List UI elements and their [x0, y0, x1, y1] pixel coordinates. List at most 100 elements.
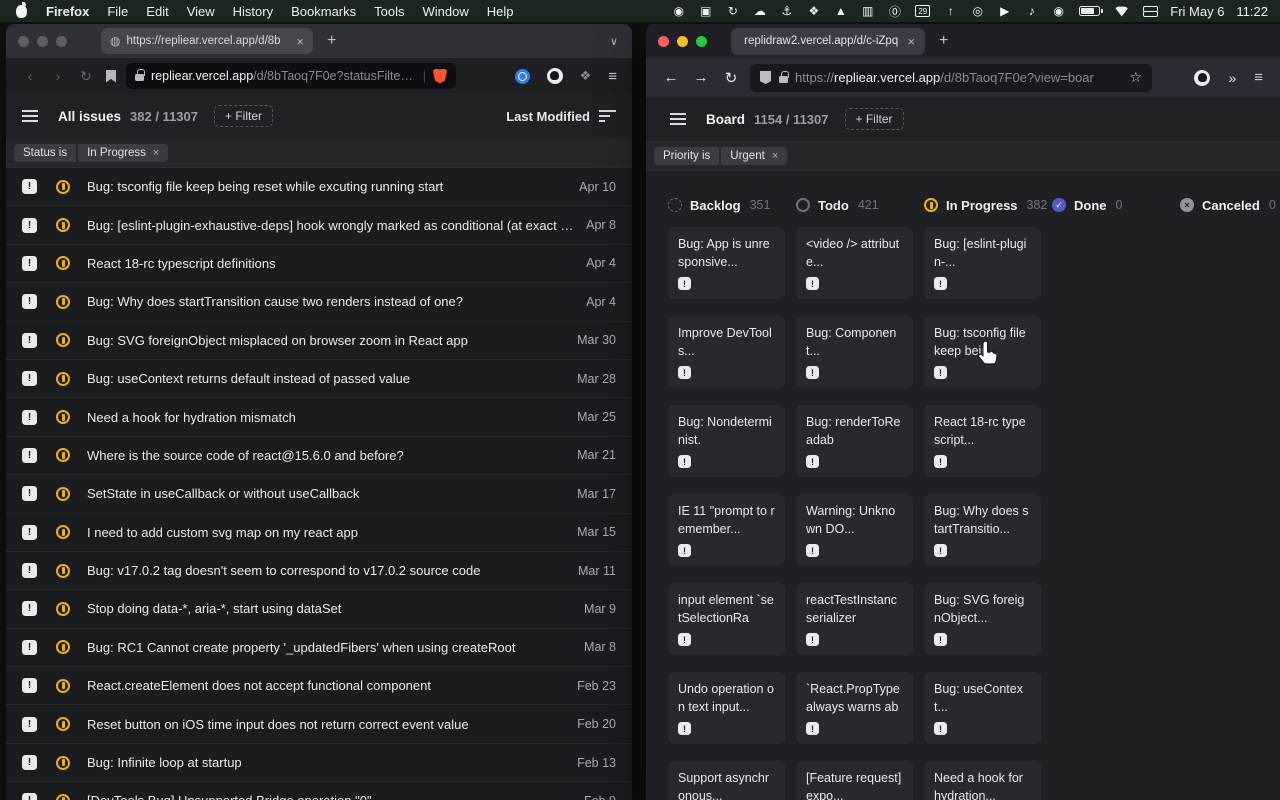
issue-card[interactable]: Bug: Nondeterminist. !: [668, 405, 785, 477]
priority-urgent-icon[interactable]: !: [22, 563, 37, 578]
issue-row[interactable]: ! Bug: SVG foreignObject misplaced on br…: [6, 322, 632, 360]
app-icon[interactable]: ▲: [834, 4, 847, 18]
menubar-item[interactable]: Window: [414, 4, 478, 19]
sort-order-label[interactable]: Last Modified: [506, 109, 590, 124]
filter-value-chip[interactable]: In Progress ×: [78, 144, 168, 162]
issue-row[interactable]: ! Bug: Infinite loop at startup Feb 13: [6, 744, 632, 782]
menubar-item[interactable]: Bookmarks: [282, 4, 365, 19]
status-in-progress-icon[interactable]: [56, 794, 70, 800]
issue-card[interactable]: [Feature request] expo... !: [796, 761, 913, 800]
issue-card[interactable]: <video /> attribute... !: [796, 227, 913, 299]
status-in-progress-icon[interactable]: [56, 756, 70, 770]
status-in-progress-icon[interactable]: [56, 218, 70, 232]
issue-card[interactable]: Undo operation on text input... !: [668, 672, 785, 744]
zoom-window-button[interactable]: [56, 36, 67, 47]
menubar-item[interactable]: View: [178, 4, 224, 19]
issue-row[interactable]: ! Reset button on iOS time input does no…: [6, 705, 632, 743]
volume-icon[interactable]: ♪: [1025, 4, 1038, 18]
issue-card[interactable]: input element `setSelectionRa !: [668, 583, 785, 655]
issue-row[interactable]: ! Need a hook for hydration mismatch Mar…: [6, 398, 632, 436]
issue-row[interactable]: ! Stop doing data-*, aria-*, start using…: [6, 590, 632, 628]
filter-field-chip[interactable]: Priority is: [654, 147, 719, 165]
minimize-window-button[interactable]: [37, 36, 48, 47]
priority-urgent-icon[interactable]: !: [22, 525, 37, 540]
app-menu-icon[interactable]: [22, 110, 38, 122]
issue-card[interactable]: Warning: Unknown DO... !: [796, 494, 913, 566]
status-in-progress-icon[interactable]: [56, 525, 70, 539]
priority-urgent-icon[interactable]: !: [22, 333, 37, 348]
issue-row[interactable]: ! Bug: RC1 Cannot create property '_upda…: [6, 629, 632, 667]
issue-card[interactable]: Bug: Component... !: [796, 316, 913, 388]
priority-urgent-icon[interactable]: !: [22, 717, 37, 732]
bookmark-star-icon[interactable]: ☆: [1129, 69, 1142, 86]
extensions-puzzle-icon[interactable]: ❖: [580, 68, 592, 84]
zoom-window-button[interactable]: [696, 36, 707, 47]
menubar-item[interactable]: Help: [478, 4, 523, 19]
issue-row[interactable]: ! React 18-rc typescript definitions Apr…: [6, 245, 632, 283]
status-in-progress-icon[interactable]: [56, 564, 70, 578]
apple-menu-icon[interactable]: [16, 5, 27, 18]
priority-urgent-icon[interactable]: !: [22, 448, 37, 463]
status-in-progress-icon[interactable]: [56, 410, 70, 424]
onepassword-icon[interactable]: ⓪: [888, 4, 901, 18]
status-in-progress-icon[interactable]: [56, 372, 70, 386]
issue-card[interactable]: Bug: App is unresponsive... !: [668, 227, 785, 299]
browser-tab[interactable]: ◍ https://repliear.vercel.app/d/8b ×: [101, 28, 313, 54]
tracking-shield-icon[interactable]: [760, 71, 771, 84]
status-in-progress-icon[interactable]: [56, 333, 70, 347]
issue-card[interactable]: Bug: SVG foreignObject... !: [924, 583, 1041, 655]
issue-row[interactable]: ! I need to add custom svg map on my rea…: [6, 514, 632, 552]
priority-urgent-icon[interactable]: !: [22, 371, 37, 386]
filter-field-chip[interactable]: Status is: [14, 144, 76, 162]
status-in-progress-icon[interactable]: [56, 640, 70, 654]
priority-urgent-icon[interactable]: !: [22, 678, 37, 693]
issue-card[interactable]: IE 11 "prompt to remember... !: [668, 494, 785, 566]
priority-urgent-icon[interactable]: !: [22, 294, 37, 309]
browser-menu-icon[interactable]: ≡: [608, 68, 616, 85]
dropbox-icon[interactable]: ❖: [807, 4, 820, 18]
bookmark-icon[interactable]: [106, 70, 116, 83]
remove-filter-icon[interactable]: ×: [772, 150, 778, 162]
wifi-icon[interactable]: [1114, 6, 1129, 17]
layout-icon[interactable]: ▥: [861, 4, 874, 18]
status-in-progress-icon[interactable]: [56, 679, 70, 693]
close-window-button[interactable]: [18, 36, 29, 47]
menubar-item[interactable]: File: [98, 4, 137, 19]
priority-urgent-icon[interactable]: !: [22, 410, 37, 425]
brave-shield-icon[interactable]: [433, 69, 447, 84]
menubar-clock[interactable]: Fri May 6 11:22: [1170, 4, 1268, 19]
status-in-progress-icon[interactable]: [56, 448, 70, 462]
menubar-item[interactable]: Firefox: [37, 4, 98, 19]
status-in-progress-icon[interactable]: [56, 256, 70, 270]
add-filter-button[interactable]: + Filter: [845, 108, 904, 130]
priority-urgent-icon[interactable]: !: [22, 640, 37, 655]
screen-mirror-icon[interactable]: ▣: [699, 4, 712, 18]
address-bar[interactable]: https:// repliear.vercel.app /d/8bTaoq7F…: [750, 64, 1152, 92]
issue-card[interactable]: Bug: useContext... !: [924, 672, 1041, 744]
remove-filter-icon[interactable]: ×: [153, 147, 159, 159]
forward-button[interactable]: →: [686, 69, 716, 86]
issue-row[interactable]: ! Bug: v17.0.2 tag doesn't seem to corre…: [6, 552, 632, 590]
menubar-item[interactable]: History: [224, 4, 282, 19]
priority-urgent-icon[interactable]: !: [22, 218, 37, 233]
forward-button[interactable]: ›: [44, 68, 72, 84]
browser-menu-icon[interactable]: ≡: [1254, 69, 1262, 86]
priority-urgent-icon[interactable]: !: [22, 793, 37, 800]
reload-button[interactable]: ↻: [72, 68, 100, 85]
left-window-controls[interactable]: [18, 36, 67, 47]
status-in-progress-icon[interactable]: [56, 487, 70, 501]
close-window-button[interactable]: [658, 36, 669, 47]
issue-row[interactable]: ! SetState in useCallback or without use…: [6, 475, 632, 513]
cloud-icon[interactable]: ☁: [753, 4, 766, 18]
priority-urgent-icon[interactable]: !: [22, 179, 37, 194]
menubar-item[interactable]: Tools: [365, 4, 413, 19]
docker-icon[interactable]: ⚓: [780, 4, 793, 18]
tab-close-icon[interactable]: ×: [296, 34, 304, 49]
sort-icon[interactable]: [599, 110, 616, 122]
app-menu-icon[interactable]: [670, 113, 686, 125]
assistant-icon[interactable]: ◉: [1052, 4, 1065, 18]
record-icon[interactable]: ◉: [672, 4, 685, 18]
issue-row[interactable]: ! Bug: Why does startTransition cause tw…: [6, 283, 632, 321]
issue-card[interactable]: `React.PropType always warns ab !: [796, 672, 913, 744]
stats-icon[interactable]: ↑: [944, 4, 957, 18]
